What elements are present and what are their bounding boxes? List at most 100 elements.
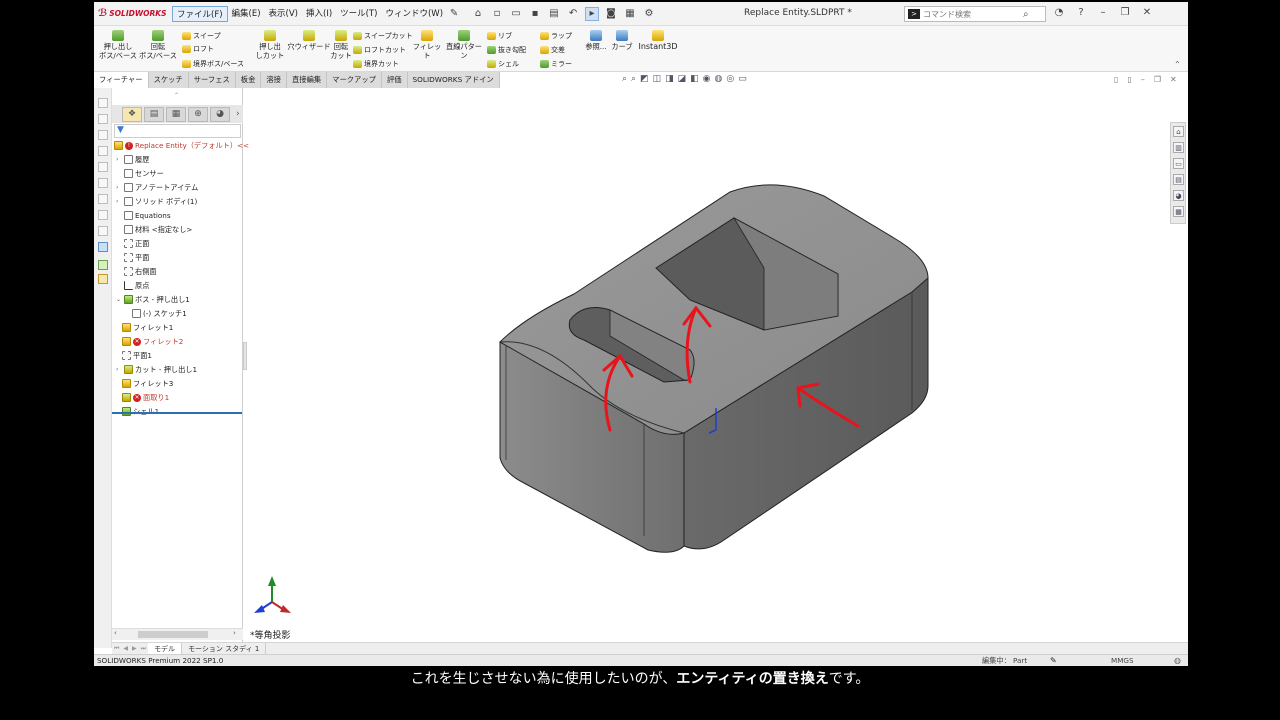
tree-item-cut-extrude1[interactable]: › カット - 押し出し1: [116, 363, 197, 376]
model-view[interactable]: [244, 88, 1168, 642]
strip-tool-icon[interactable]: [98, 194, 108, 204]
zoom-to-fit-icon[interactable]: ⌕: [622, 74, 627, 84]
pin-icon[interactable]: ✎: [447, 7, 461, 21]
tree-item-solid-bodies[interactable]: › ソリッド ボディ(1): [116, 195, 197, 208]
extrude-cut-button[interactable]: 押し出 しカット: [254, 30, 286, 60]
expand-icon[interactable]: ›: [116, 181, 122, 194]
hide-show-items-icon[interactable]: ◉: [703, 74, 711, 84]
expand-icon[interactable]: ›: [116, 195, 122, 208]
tree-item-fillet1[interactable]: フィレット1: [122, 321, 173, 334]
tab-features[interactable]: フィーチャー: [94, 72, 149, 88]
user-icon[interactable]: ◔: [1052, 7, 1066, 18]
print-icon[interactable]: ▤: [547, 7, 561, 21]
doc-tile-icon[interactable]: ▯: [1114, 75, 1118, 84]
strip-tool-icon[interactable]: [98, 162, 108, 172]
dynamic-annotation-icon[interactable]: ◨: [665, 74, 674, 84]
doc-close-icon[interactable]: ✕: [1170, 75, 1177, 84]
rollback-bar[interactable]: [112, 412, 242, 414]
edit-appearance-icon[interactable]: ◍: [715, 74, 723, 84]
tab-addins[interactable]: SOLIDWORKS アドイン: [407, 72, 500, 88]
strip-tool-icon[interactable]: [98, 130, 108, 140]
close-icon[interactable]: ✕: [1140, 7, 1154, 18]
strip-tool-icon[interactable]: [98, 178, 108, 188]
view-palette-icon[interactable]: ▤: [1173, 174, 1184, 185]
instant3d-button[interactable]: Instant3D: [636, 30, 680, 51]
options-gear-icon[interactable]: ⚙: [642, 7, 656, 21]
apply-scene-icon[interactable]: ◎: [726, 74, 734, 84]
dimxpert-tab-icon[interactable]: ⊕: [188, 106, 208, 122]
search-icon[interactable]: ⌕: [1023, 9, 1029, 20]
tree-filter[interactable]: ▼: [114, 124, 241, 138]
next-tab-icon[interactable]: ▶: [132, 645, 137, 652]
tab-surfaces[interactable]: サーフェス: [188, 72, 236, 88]
strip-feature-icon[interactable]: [98, 274, 108, 284]
file-explorer-icon[interactable]: ▭: [1173, 158, 1184, 169]
rebuild-icon[interactable]: ◙: [604, 7, 618, 21]
previous-view-icon[interactable]: ◩: [640, 74, 649, 84]
status-settings-icon[interactable]: ◍: [1174, 655, 1181, 666]
curves-button[interactable]: カーブ: [610, 30, 634, 51]
undo-icon[interactable]: ↶: [566, 7, 580, 21]
tab-model[interactable]: モデル: [148, 642, 183, 655]
tree-item-top-plane[interactable]: 平面: [116, 251, 149, 264]
view-orientation-icon[interactable]: ◪: [678, 74, 687, 84]
first-tab-icon[interactable]: ⏮: [114, 645, 119, 653]
strip-tool-icon[interactable]: [98, 98, 108, 108]
menu-file[interactable]: ファイル(F): [172, 5, 228, 22]
property-manager-tab-icon[interactable]: ▤: [144, 106, 164, 122]
tabs-more-icon[interactable]: ›: [236, 109, 240, 119]
collapse-icon[interactable]: ⌄: [116, 293, 122, 306]
strip-tool-icon[interactable]: [98, 114, 108, 124]
menu-edit[interactable]: 編集(E): [228, 6, 265, 22]
shell-button[interactable]: シェル: [487, 59, 519, 69]
strip-tool-icon[interactable]: [98, 226, 108, 236]
configuration-manager-tab-icon[interactable]: ▦: [166, 106, 186, 122]
swept-cut-button[interactable]: スイープカット: [353, 31, 413, 41]
scroll-left-icon[interactable]: ‹: [114, 629, 117, 637]
zoom-area-icon[interactable]: ⌕: [631, 74, 636, 84]
lofted-cut-button[interactable]: ロフトカット: [353, 45, 406, 55]
rebuild-status-icon[interactable]: ✎: [1050, 655, 1057, 666]
tree-item-sketch1[interactable]: (-) スケッチ1: [132, 307, 187, 320]
expand-icon[interactable]: ›: [116, 363, 122, 376]
hole-wizard-button[interactable]: 穴ウィザード: [287, 30, 331, 51]
rib-button[interactable]: リブ: [487, 31, 512, 41]
restore-icon[interactable]: ❐: [1118, 7, 1132, 18]
fillet-button[interactable]: フィレット: [412, 30, 442, 60]
minimize-icon[interactable]: –: [1096, 7, 1110, 18]
tree-item-fillet2[interactable]: ✕ フィレット2: [122, 335, 183, 348]
doc-cascade-icon[interactable]: ▯: [1127, 75, 1131, 84]
save-icon[interactable]: ▪: [528, 7, 542, 21]
tree-item-history[interactable]: › 履歴: [116, 153, 149, 166]
loft-button[interactable]: ロフト: [182, 44, 214, 54]
tree-item-annotations[interactable]: › アノテートアイテム: [116, 181, 198, 194]
linear-pattern-button[interactable]: 直線パターン: [443, 30, 485, 60]
command-search-input[interactable]: [923, 9, 1023, 19]
menu-view[interactable]: 表示(V): [265, 6, 302, 22]
home-icon[interactable]: ⌂: [471, 7, 485, 21]
feature-tree-tab-icon[interactable]: ❖: [122, 106, 142, 122]
menu-window[interactable]: ウィンドウ(W): [381, 6, 447, 22]
new-document-icon[interactable]: ▫: [490, 7, 504, 21]
tab-sheet-metal[interactable]: 板金: [235, 72, 262, 88]
open-folder-icon[interactable]: ▭: [509, 7, 523, 21]
file-properties-icon[interactable]: ▦: [623, 7, 637, 21]
graphics-area[interactable]: *等角投影: [244, 88, 1168, 642]
solidworks-logo[interactable]: ℬ SOLIDWORKS: [98, 8, 172, 19]
panel-collapse-icon[interactable]: ⌃: [174, 92, 179, 99]
menu-insert[interactable]: 挿入(I): [302, 6, 336, 22]
prev-tab-icon[interactable]: ◀: [123, 645, 128, 652]
boundary-boss-button[interactable]: 境界ボス/ベース: [182, 59, 244, 69]
tree-item-front-plane[interactable]: 正面: [116, 237, 149, 250]
tab-markup[interactable]: マークアップ: [327, 72, 382, 88]
display-style-icon[interactable]: ◧: [690, 74, 699, 84]
tab-sketch[interactable]: スケッチ: [148, 72, 189, 88]
intersect-button[interactable]: 交差: [540, 45, 565, 55]
unit-system[interactable]: MMGS: [1111, 655, 1134, 666]
tab-direct-editing[interactable]: 直接編集: [286, 72, 328, 88]
tree-item-equations[interactable]: Equations: [116, 209, 171, 222]
last-tab-icon[interactable]: ⏭: [141, 645, 146, 653]
tree-item-chamfer1[interactable]: ✕ 面取り1: [122, 391, 169, 404]
select-cursor-icon[interactable]: ▸: [585, 6, 600, 21]
strip-tool-icon[interactable]: [98, 146, 108, 156]
